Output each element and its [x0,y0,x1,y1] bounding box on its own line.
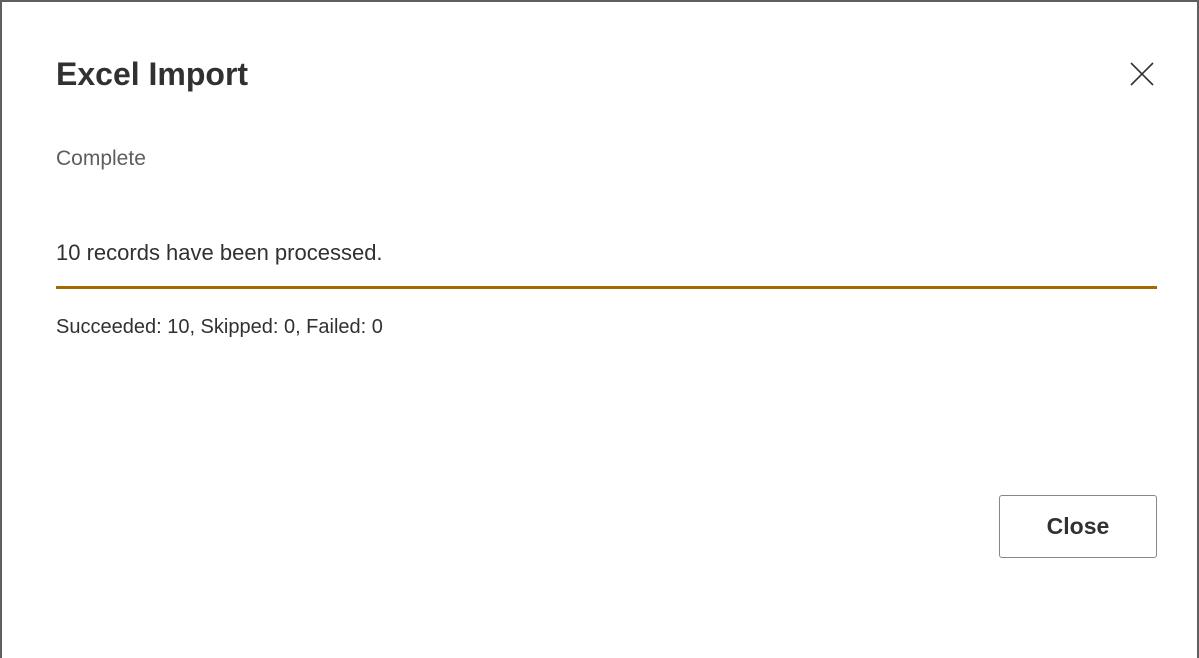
progress-bar-fill [56,286,1157,289]
close-button[interactable]: Close [999,495,1157,558]
dialog-close-button[interactable] [1124,56,1160,92]
progress-message: 10 records have been processed. [56,240,383,265]
import-status: Complete [56,147,146,170]
progress-bar [56,286,1157,289]
import-dialog: Excel Import Complete 10 records have be… [0,0,1199,658]
window-border-left [0,0,2,658]
close-icon [1130,62,1154,86]
window-border-top [0,0,1199,2]
import-summary: Succeeded: 10, Skipped: 0, Failed: 0 [56,316,383,338]
dialog-title: Excel Import [56,56,249,92]
